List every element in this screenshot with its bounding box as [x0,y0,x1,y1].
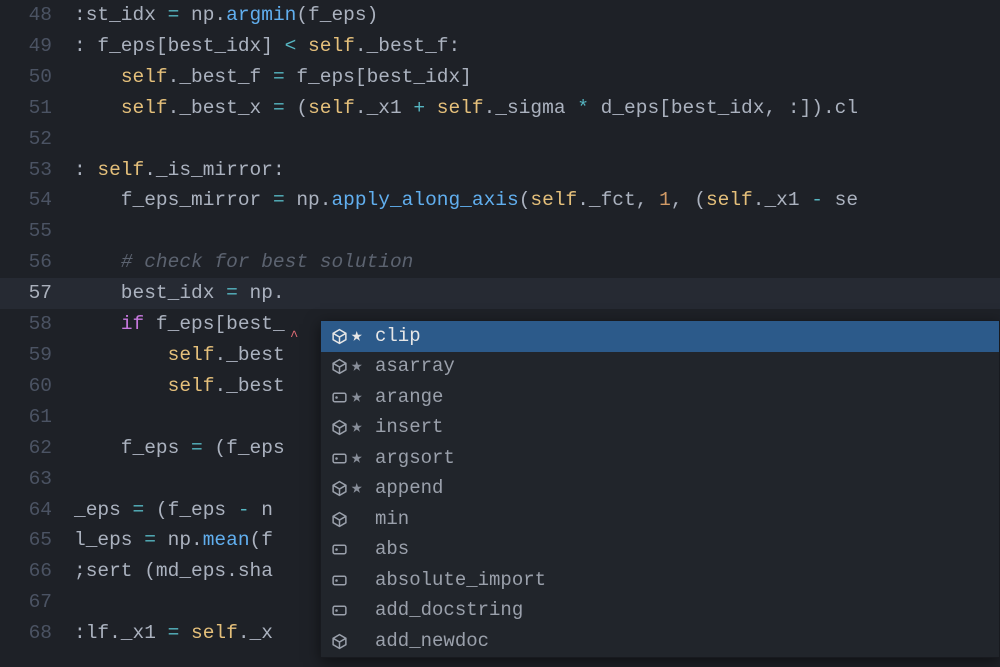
code-content[interactable]: # check for best solution [74,247,1000,278]
line-number: 48 [0,0,74,31]
line-number: 65 [0,525,74,556]
autocomplete-label: absolute_import [371,565,546,596]
star-icon: ★ [351,321,371,352]
autocomplete-item[interactable]: min [321,504,999,535]
autocomplete-item[interactable]: add_docstring [321,596,999,627]
variable-icon [327,541,351,558]
code-content[interactable]: best_idx = np. [74,278,1000,309]
autocomplete-item[interactable]: ★arange [321,382,999,413]
autocomplete-label: add_docstring [371,595,523,626]
autocomplete-label: clip [371,321,421,352]
star-icon: ★ [351,351,371,382]
code-line[interactable]: 49: f_eps[best_idx] < self._best_f: [0,31,1000,62]
code-line[interactable]: 57 best_idx = np. [0,278,1000,309]
autocomplete-label: abs [371,534,409,565]
module-icon [327,358,351,375]
autocomplete-label: asarray [371,351,455,382]
code-line[interactable]: 53: self._is_mirror: [0,155,1000,186]
line-number: 52 [0,124,74,155]
code-content[interactable]: f_eps_mirror = np.apply_along_axis(self.… [74,185,1000,216]
code-line[interactable]: 48:st_idx = np.argmin(f_eps) [0,0,1000,31]
module-icon [327,633,351,650]
variable-icon [327,572,351,589]
code-content[interactable]: :st_idx = np.argmin(f_eps) [74,0,1000,31]
code-content[interactable] [74,124,1000,155]
autocomplete-item[interactable]: ★insert [321,413,999,444]
error-squiggle: ^ [290,322,297,353]
line-number: 67 [0,587,74,618]
star-icon: ★ [351,382,371,413]
autocomplete-label: argsort [371,443,455,474]
module-icon [327,419,351,436]
code-line[interactable]: 52 [0,124,1000,155]
code-content[interactable] [74,216,1000,247]
module-icon [327,480,351,497]
line-number: 50 [0,62,74,93]
line-number: 64 [0,495,74,526]
variable-icon [327,602,351,619]
code-content[interactable]: : f_eps[best_idx] < self._best_f: [74,31,1000,62]
star-icon: ★ [351,412,371,443]
variable-icon [327,389,351,406]
autocomplete-label: add_newdoc [371,626,489,657]
code-line[interactable]: 51 self._best_x = (self._x1 + self._sigm… [0,93,1000,124]
autocomplete-label: append [371,473,443,504]
line-number: 60 [0,371,74,402]
code-content[interactable]: self._best_f = f_eps[best_idx] [74,62,1000,93]
line-number: 63 [0,464,74,495]
star-icon: ★ [351,443,371,474]
autocomplete-label: insert [371,412,443,443]
module-icon [327,511,351,528]
code-editor[interactable]: 48:st_idx = np.argmin(f_eps)49: f_eps[be… [0,0,1000,667]
star-icon: ★ [351,473,371,504]
code-line[interactable]: 54 f_eps_mirror = np.apply_along_axis(se… [0,185,1000,216]
autocomplete-label: arange [371,382,443,413]
line-number: 56 [0,247,74,278]
line-number: 59 [0,340,74,371]
autocomplete-item[interactable]: ★clip [321,321,999,352]
autocomplete-item[interactable]: absolute_import [321,565,999,596]
code-content[interactable]: : self._is_mirror: [74,155,1000,186]
autocomplete-label: min [371,504,409,535]
line-number: 53 [0,155,74,186]
autocomplete-item[interactable]: ★asarray [321,352,999,383]
line-number: 58 [0,309,74,340]
autocomplete-item[interactable]: abs [321,535,999,566]
line-number: 66 [0,556,74,587]
code-line[interactable]: 56 # check for best solution [0,247,1000,278]
line-number: 49 [0,31,74,62]
code-line[interactable]: 50 self._best_f = f_eps[best_idx] [0,62,1000,93]
module-icon [327,328,351,345]
line-number: 51 [0,93,74,124]
code-line[interactable]: 55 [0,216,1000,247]
line-number: 57 [0,278,74,309]
line-number: 54 [0,185,74,216]
variable-icon [327,450,351,467]
code-content[interactable]: self._best_x = (self._x1 + self._sigma *… [74,93,1000,124]
autocomplete-item[interactable]: ★argsort [321,443,999,474]
autocomplete-popup[interactable]: ★clip★asarray★arange★insert★argsort★appe… [320,320,1000,658]
line-number: 61 [0,402,74,433]
autocomplete-item[interactable]: add_newdoc [321,626,999,657]
line-number: 62 [0,433,74,464]
autocomplete-item[interactable]: ★append [321,474,999,505]
line-number: 55 [0,216,74,247]
line-number: 68 [0,618,74,649]
